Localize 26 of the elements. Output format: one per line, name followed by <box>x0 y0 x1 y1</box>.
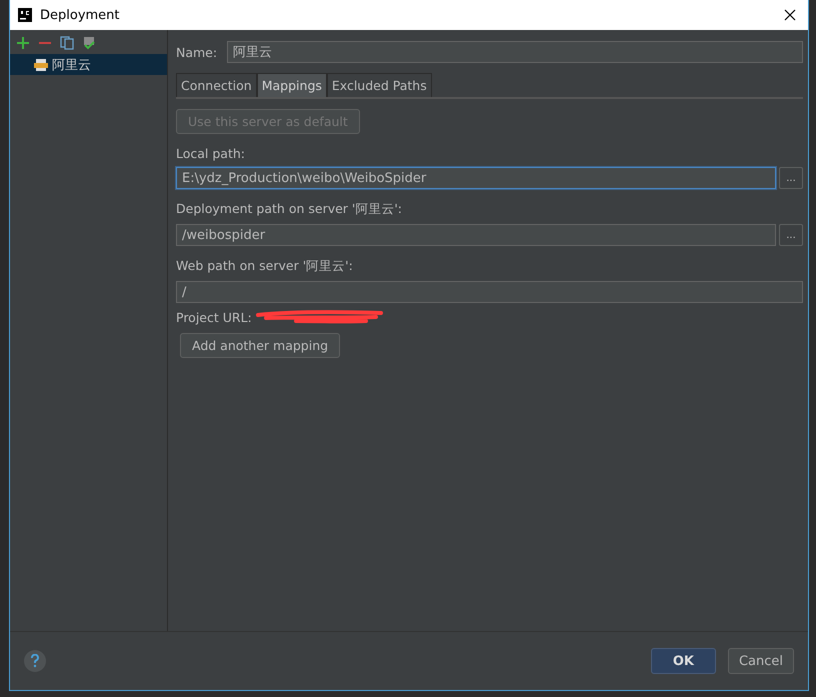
tab[interactable]: Mappings <box>256 73 327 97</box>
path-field[interactable]: / <box>176 281 803 303</box>
field-label: Local path: <box>176 146 246 161</box>
default-server-icon[interactable] <box>82 36 96 50</box>
help-icon[interactable] <box>24 650 46 672</box>
add-mapping-button[interactable]: Add another mapping <box>180 333 340 358</box>
name-label: Name: <box>176 44 218 60</box>
app-logo-icon <box>18 8 32 22</box>
tab[interactable]: Excluded Paths <box>326 73 432 97</box>
sftp-server-icon <box>34 58 48 72</box>
server-item[interactable]: 阿里云 <box>10 54 167 75</box>
tab[interactable]: Connection <box>176 73 257 97</box>
name-field[interactable]: 阿里云 <box>227 41 803 63</box>
close-icon[interactable] <box>784 9 796 21</box>
window-title: Deployment <box>40 8 121 22</box>
project-url-label: Project URL: <box>176 310 252 324</box>
path-field[interactable]: E:\ydz_Production\weibo\WeiboSpider <box>176 167 776 189</box>
add-icon[interactable] <box>16 36 30 50</box>
cancel-button[interactable]: Cancel <box>728 648 794 674</box>
path-field[interactable]: /weibospider <box>176 224 776 246</box>
copy-icon[interactable] <box>60 36 74 50</box>
field-label: Deployment path on server '阿里云': <box>176 201 403 218</box>
field-label: Web path on server '阿里云': <box>176 258 354 275</box>
browse-button[interactable]: ... <box>779 167 803 189</box>
ok-button[interactable]: OK <box>650 648 716 674</box>
browse-button[interactable]: ... <box>779 224 803 246</box>
